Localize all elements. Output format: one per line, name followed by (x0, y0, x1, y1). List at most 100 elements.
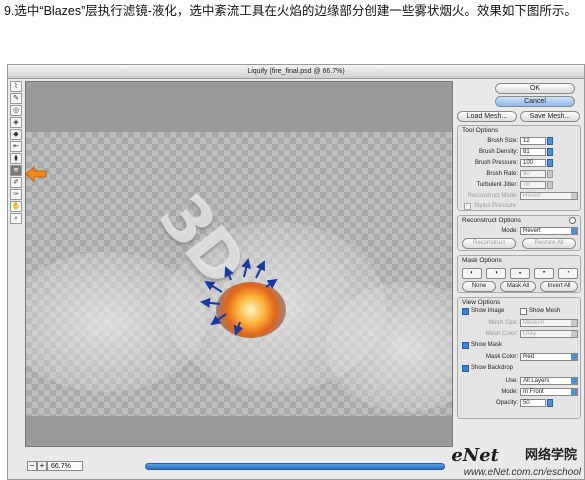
chevron-down-icon (571, 193, 577, 199)
mask-options-title: Mask Options (462, 257, 502, 264)
zoom-tool-icon[interactable]: ⌕ (10, 213, 22, 224)
reconstruct-mode-row: Mode: Revert (458, 226, 582, 236)
tool-palette: ⌇ ✎ ◎ ◈ ◆ ⇤ ⧫ ≋ ✐ ✑ ✋ ⌕ (10, 81, 24, 224)
brush-rate-input[interactable]: 80 (520, 170, 546, 178)
reconstruct-tool-icon[interactable]: ✎ (10, 93, 22, 104)
reconstruct-mode-select[interactable]: Revert (520, 227, 578, 235)
mesh-color-value: Gray (523, 331, 537, 337)
brush-pressure-input[interactable]: 100 (520, 159, 546, 167)
hand-tool-icon[interactable]: ✋ (10, 201, 22, 212)
show-backdrop-checkbox[interactable] (462, 365, 469, 372)
turbulence-direction-arrows (200, 258, 278, 336)
mesh-size-value: Medium (523, 320, 545, 326)
turbulent-jitter-stepper[interactable] (547, 181, 553, 189)
reconstruct-mode-row: Reconstruct Mode: Revert (458, 191, 582, 201)
brush-rate-stepper[interactable] (547, 170, 553, 178)
tutorial-caption: 9.选中“Blazes”层执行滤镜-液化，选中紊流工具在火焰的边缘部分创建一些雾… (4, 4, 577, 18)
tool-options-group: Tool Options Brush Size: 12 Brush Densit… (457, 125, 581, 211)
brush-density-stepper[interactable] (547, 148, 553, 156)
show-image-label: Show Image (471, 308, 505, 314)
load-mesh-button[interactable]: Load Mesh... (457, 111, 517, 122)
mask-options-group: Mask Options ◐ ◑ ◒ ◓ ◔ None Mask All Inv… (457, 255, 581, 293)
reconstruct-mode-value: Revert (523, 193, 541, 199)
backdrop-opacity-row: Opacity: 50 (458, 398, 582, 408)
brush-size-input[interactable]: 12 (520, 137, 546, 145)
preview-area[interactable]: 3D (25, 81, 453, 447)
backdrop-opacity-input[interactable]: 50 (520, 399, 546, 407)
show-mesh-checkbox[interactable] (520, 308, 527, 315)
mesh-color-select[interactable]: Gray (520, 330, 578, 338)
brush-rate-label: Brush Rate: (486, 171, 518, 177)
preview-canvas[interactable]: 3D (26, 132, 452, 416)
thaw-mask-tool-icon[interactable]: ✑ (10, 189, 22, 200)
turbulent-jitter-label: Turbulent Jitter: (476, 182, 518, 188)
brush-pressure-label: Brush Pressure: (474, 160, 518, 166)
reconstruct-mode-select[interactable]: Revert (520, 192, 578, 200)
mask-none-button[interactable]: None (462, 281, 496, 292)
replace-selection-icon[interactable]: ◐ (462, 268, 482, 279)
show-mask-checkbox[interactable] (462, 342, 469, 349)
zoom-level-select[interactable]: 66.7% (47, 461, 83, 471)
reconstruct-options-group: Reconstruct Options Mode: Revert Reconst… (457, 215, 581, 251)
show-image-checkbox[interactable] (462, 308, 469, 315)
brush-size-stepper[interactable] (547, 137, 553, 145)
orange-pointer-arrow-icon (25, 166, 47, 182)
stylus-pressure-checkbox[interactable] (464, 203, 471, 210)
chevron-down-icon (571, 320, 577, 326)
enet-logo: eNet (451, 445, 499, 466)
freeze-mask-tool-icon[interactable]: ✐ (10, 177, 22, 188)
cancel-button[interactable]: Cancel (495, 96, 575, 107)
subtract-from-selection-icon[interactable]: ◒ (510, 268, 530, 279)
watermark-url: www.eNet.com.cn/eschool (463, 467, 581, 478)
brush-pressure-stepper[interactable] (547, 159, 553, 167)
status-bar: − + 66.7% (25, 459, 465, 473)
warp-tool-icon[interactable]: ⌇ (10, 81, 22, 92)
turbulence-tool-icon[interactable]: ≋ (10, 165, 22, 176)
restore-all-button[interactable]: Restore All (522, 238, 576, 249)
backdrop-use-select[interactable]: All Layers (520, 377, 578, 385)
show-backdrop-label: Show Backdrop (471, 365, 514, 371)
reconstruct-options-title: Reconstruct Options (462, 217, 521, 224)
mirror-tool-icon[interactable]: ⧫ (10, 153, 22, 164)
reconstruct-button[interactable]: Reconstruct (462, 238, 516, 249)
brush-density-input[interactable]: 81 (520, 148, 546, 156)
zoom-out-button[interactable]: − (27, 461, 37, 471)
chevron-down-icon (571, 354, 577, 360)
invert-selection-icon[interactable]: ◔ (558, 268, 578, 279)
zoom-in-button[interactable]: + (37, 461, 47, 471)
chevron-down-icon (571, 228, 577, 234)
horizontal-scrollbar[interactable] (145, 463, 445, 470)
mask-color-label: Mask Color: (485, 354, 518, 360)
stylus-pressure-label: Stylus Pressure (474, 203, 517, 209)
show-mesh-label: Show Mesh (529, 308, 561, 314)
add-to-selection-icon[interactable]: ◑ (486, 268, 506, 279)
backdrop-opacity-stepper[interactable] (547, 399, 553, 407)
twirl-tool-icon[interactable]: ◎ (10, 105, 22, 116)
ok-button[interactable]: OK (495, 83, 575, 94)
enet-logo-cn: 网络学院 (524, 447, 577, 462)
intersect-selection-icon[interactable]: ◓ (534, 268, 554, 279)
mesh-size-select[interactable]: Medium (520, 319, 578, 327)
turbulent-jitter-input[interactable]: 78 (520, 181, 546, 189)
push-left-tool-icon[interactable]: ⇤ (10, 141, 22, 152)
collapse-icon[interactable] (569, 217, 576, 224)
bloat-tool-icon[interactable]: ◆ (10, 129, 22, 140)
brush-pressure-row: Brush Pressure: 100 (458, 158, 582, 168)
pucker-tool-icon[interactable]: ◈ (10, 117, 22, 128)
mask-all-button[interactable]: Mask All (500, 281, 536, 292)
liquify-dialog: Liquify (fire_final.psd @ 66.7%) ⌇ ✎ ◎ ◈… (7, 64, 585, 480)
brush-density-row: Brush Density: 81 (458, 147, 582, 157)
mask-color-row: Mask Color: Red (458, 352, 582, 362)
brush-size-label: Brush Size: (487, 138, 518, 144)
invert-all-button[interactable]: Invert All (540, 281, 578, 292)
mask-color-select[interactable]: Red (520, 353, 578, 361)
save-mesh-button[interactable]: Save Mesh... (520, 111, 580, 122)
backdrop-mode-select[interactable]: In Front (520, 388, 578, 396)
chevron-down-icon (571, 378, 577, 384)
turbulent-jitter-row: Turbulent Jitter: 78 (458, 180, 582, 190)
options-panel: OK Cancel Load Mesh... Save Mesh... Tool… (455, 81, 583, 477)
chevron-down-icon (571, 331, 577, 337)
mesh-size-row: Mesh Size: Medium (458, 318, 582, 328)
chevron-down-icon (571, 389, 577, 395)
show-mask-label: Show Mask (471, 342, 503, 348)
